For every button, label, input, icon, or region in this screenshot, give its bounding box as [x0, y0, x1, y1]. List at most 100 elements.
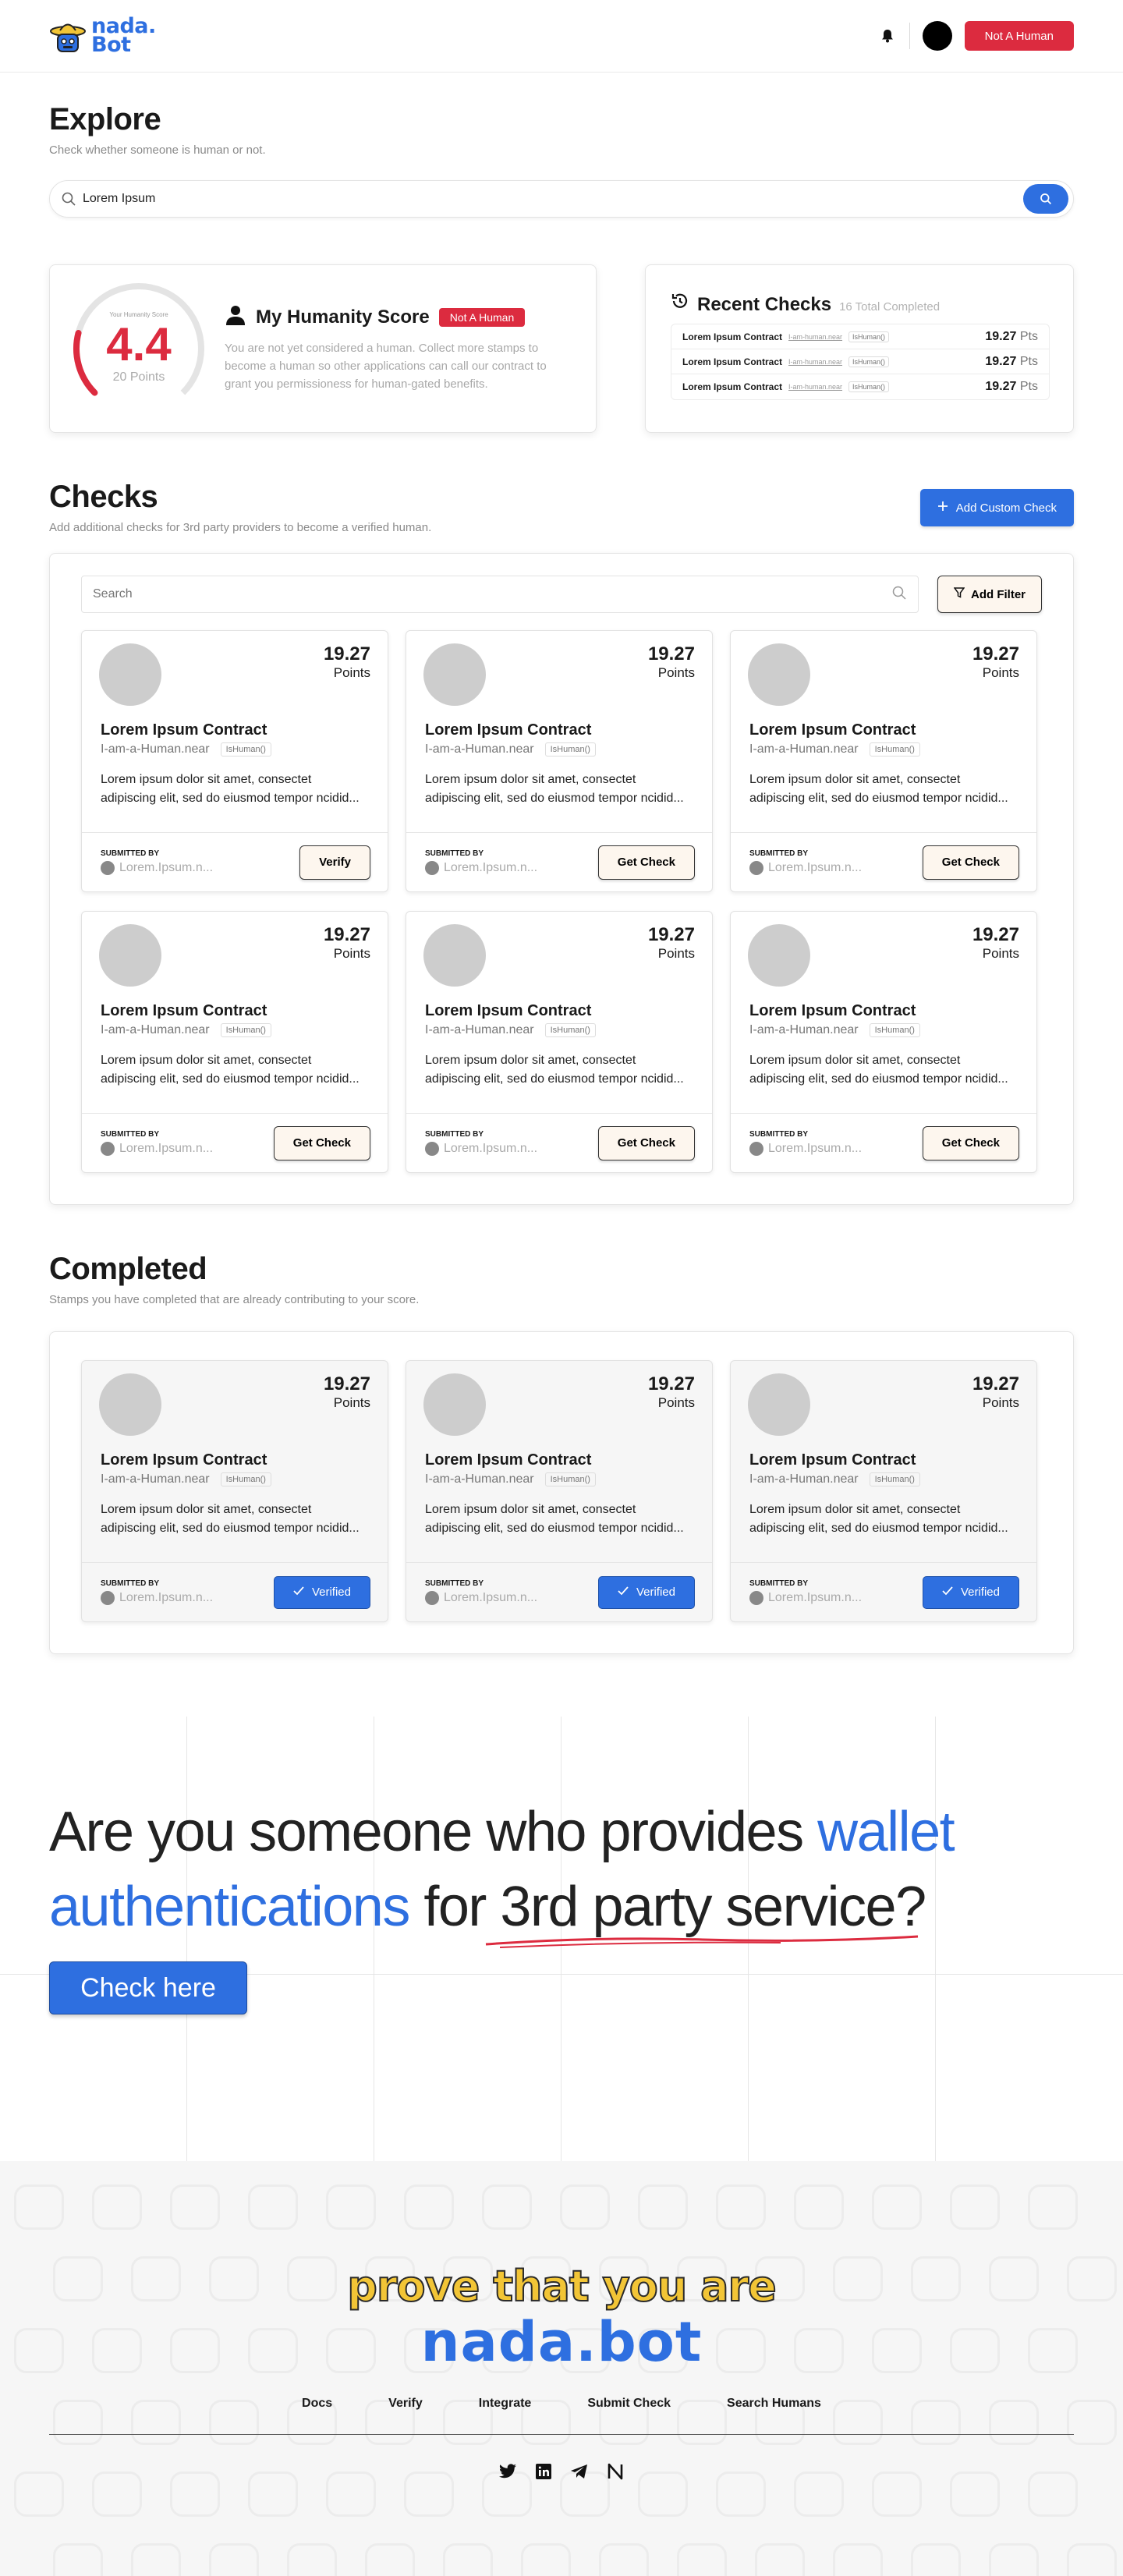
check-points-value: 19.27 — [323, 643, 370, 664]
checks-title: Checks — [49, 480, 158, 514]
submitter-name[interactable]: Lorem.Ipsum.n... — [768, 861, 862, 875]
recent-check-name: Lorem Ipsum Contract — [682, 356, 783, 367]
user-avatar[interactable] — [922, 21, 952, 51]
verify-button[interactable]: Verify — [299, 845, 370, 880]
submitter: Lorem.Ipsum.n... — [425, 861, 537, 875]
check-points-value: 19.27 — [323, 924, 370, 945]
footer-link-verify[interactable]: Verify — [388, 2397, 423, 2411]
check-card[interactable]: 19.27 Points Lorem Ipsum Contract I-am-a… — [406, 911, 713, 1173]
check-card[interactable]: 19.27 Points Lorem Ipsum Contract I-am-a… — [730, 911, 1037, 1173]
footer-link-search-humans[interactable]: Search Humans — [727, 2397, 821, 2411]
submitter-name[interactable]: Lorem.Ipsum.n... — [444, 1591, 537, 1605]
footer-divider — [49, 2434, 1074, 2435]
footer-link-integrate[interactable]: Integrate — [479, 2397, 532, 2411]
recent-check-row[interactable]: Lorem Ipsum Contract I-am-human.near IsH… — [671, 374, 1049, 399]
verified-button[interactable]: Verified — [273, 1575, 370, 1609]
checks-grid: 19.27 Points Lorem Ipsum Contract I-am-a… — [81, 630, 1042, 1173]
submitter: Lorem.Ipsum.n... — [101, 861, 213, 875]
check-points-label: Points — [657, 946, 695, 961]
humanity-score-description: You are not yet considered a human. Coll… — [225, 342, 547, 391]
check-provider-image — [99, 643, 161, 706]
check-card-top: 19.27 Points — [731, 631, 1036, 706]
checkmark-icon — [618, 1586, 629, 1599]
submitter-name[interactable]: Lorem.Ipsum.n... — [444, 1142, 537, 1156]
bell-icon[interactable] — [878, 27, 897, 45]
check-name: Lorem Ipsum Contract — [749, 1451, 916, 1469]
add-custom-check-button[interactable]: Add Custom Check — [919, 489, 1074, 526]
explore-subtitle: Check whether someone is human or not. — [49, 144, 266, 157]
check-here-button[interactable]: Check here — [49, 1961, 247, 2014]
check-card[interactable]: 19.27 Points Lorem Ipsum Contract I-am-a… — [730, 630, 1037, 892]
check-name: Lorem Ipsum Contract — [425, 1002, 592, 1019]
recent-checks-count: 16 Total Completed — [839, 300, 941, 314]
explore-search-input[interactable] — [83, 192, 1023, 206]
recent-check-contract-link[interactable]: I-am-human.near — [788, 333, 842, 341]
get-check-button[interactable]: Get Check — [922, 845, 1019, 880]
check-contract: I-am-a-Human.near — [425, 742, 534, 756]
check-points-value: 19.27 — [647, 643, 695, 664]
check-points: 19.27 Points — [972, 643, 1019, 706]
submitted-by: SUBMITTED BY Lorem.Ipsum.n... — [425, 1579, 537, 1605]
check-description: Lorem ipsum dolor sit amet, consectet ad… — [425, 1503, 684, 1535]
get-check-button[interactable]: Get Check — [597, 845, 695, 880]
robot-pattern-icon — [287, 2543, 337, 2576]
humanity-score-points: 20 Points — [112, 370, 165, 384]
linkedin-icon[interactable] — [533, 2461, 554, 2482]
completed-check-card[interactable]: 19.27 Points Lorem Ipsum Contract I-am-a… — [730, 1360, 1037, 1622]
robot-pattern-icon — [1067, 2543, 1117, 2576]
check-card[interactable]: 19.27 Points Lorem Ipsum Contract I-am-a… — [81, 911, 388, 1173]
submitter-name[interactable]: Lorem.Ipsum.n... — [768, 1591, 862, 1605]
submitter-name[interactable]: Lorem.Ipsum.n... — [768, 1142, 862, 1156]
get-check-button[interactable]: Get Check — [922, 1125, 1019, 1160]
submitter-name[interactable]: Lorem.Ipsum.n... — [119, 1142, 213, 1156]
telegram-icon[interactable] — [569, 2461, 590, 2482]
footer-link-docs[interactable]: Docs — [302, 2397, 332, 2411]
humanity-score-gauge: Your Humanity Score 4.4 20 Points — [70, 280, 207, 417]
checks-filter-row: Add Filter — [81, 576, 1042, 613]
submitted-by: SUBMITTED BY Lorem.Ipsum.n... — [101, 1130, 213, 1156]
score-info: My Humanity Score Not A Human You are no… — [225, 304, 560, 393]
twitter-icon[interactable] — [498, 2461, 518, 2482]
recent-check-points: 19.27 Pts — [985, 355, 1038, 369]
submitter-name[interactable]: Lorem.Ipsum.n... — [119, 861, 213, 875]
search-submit-button[interactable] — [1023, 184, 1068, 214]
get-check-button[interactable]: Get Check — [273, 1125, 370, 1160]
robot-pattern-icon — [521, 2543, 571, 2576]
verified-button[interactable]: Verified — [597, 1575, 695, 1609]
check-method: IsHuman() — [544, 1023, 596, 1037]
check-name: Lorem Ipsum Contract — [101, 1451, 267, 1469]
recent-check-contract-link[interactable]: I-am-human.near — [788, 383, 842, 391]
submitter-name[interactable]: Lorem.Ipsum.n... — [444, 861, 537, 875]
recent-check-row[interactable]: Lorem Ipsum Contract I-am-human.near IsH… — [671, 324, 1049, 349]
submitter-avatar — [101, 1591, 115, 1605]
completed-check-card[interactable]: 19.27 Points Lorem Ipsum Contract I-am-a… — [406, 1360, 713, 1622]
check-card-footer: SUBMITTED BY Lorem.Ipsum.n... Get Check — [82, 1113, 388, 1172]
completed-check-card[interactable]: 19.27 Points Lorem Ipsum Contract I-am-a… — [81, 1360, 388, 1622]
submitter-avatar — [749, 861, 763, 875]
submitted-by: SUBMITTED BY Lorem.Ipsum.n... — [425, 849, 537, 875]
add-filter-button[interactable]: Add Filter — [937, 576, 1042, 613]
checks-search-input[interactable] — [93, 587, 891, 601]
recent-check-points-value: 19.27 — [985, 329, 1017, 343]
submitter: Lorem.Ipsum.n... — [749, 1591, 862, 1605]
check-name: Lorem Ipsum Contract — [101, 721, 267, 739]
recent-check-points-unit: Pts — [1019, 380, 1038, 393]
recent-check-points-value: 19.27 — [985, 354, 1017, 368]
recent-check-contract-link[interactable]: I-am-human.near — [788, 358, 842, 366]
red-squiggle-underline — [486, 1935, 919, 1948]
check-provider-image — [423, 1373, 486, 1436]
nada-bot-logo[interactable]: nada. Bot — [49, 16, 156, 55]
submitter-name[interactable]: Lorem.Ipsum.n... — [119, 1591, 213, 1605]
get-check-button[interactable]: Get Check — [597, 1125, 695, 1160]
check-card[interactable]: 19.27 Points Lorem Ipsum Contract I-am-a… — [81, 630, 388, 892]
footer-link-submit-check[interactable]: Submit Check — [587, 2397, 671, 2411]
footer-nav: Docs Verify Integrate Submit Check Searc… — [0, 2397, 1123, 2411]
not-a-human-status-button[interactable]: Not A Human — [964, 21, 1074, 51]
check-meta: I-am-a-Human.near IsHuman() — [406, 1469, 712, 1486]
verified-button[interactable]: Verified — [922, 1575, 1019, 1609]
recent-check-row[interactable]: Lorem Ipsum Contract I-am-human.near IsH… — [671, 349, 1049, 374]
check-card[interactable]: 19.27 Points Lorem Ipsum Contract I-am-a… — [406, 630, 713, 892]
check-contract: I-am-a-Human.near — [425, 1023, 534, 1036]
header-actions: Not A Human — [878, 21, 1074, 51]
near-icon[interactable] — [605, 2461, 625, 2482]
